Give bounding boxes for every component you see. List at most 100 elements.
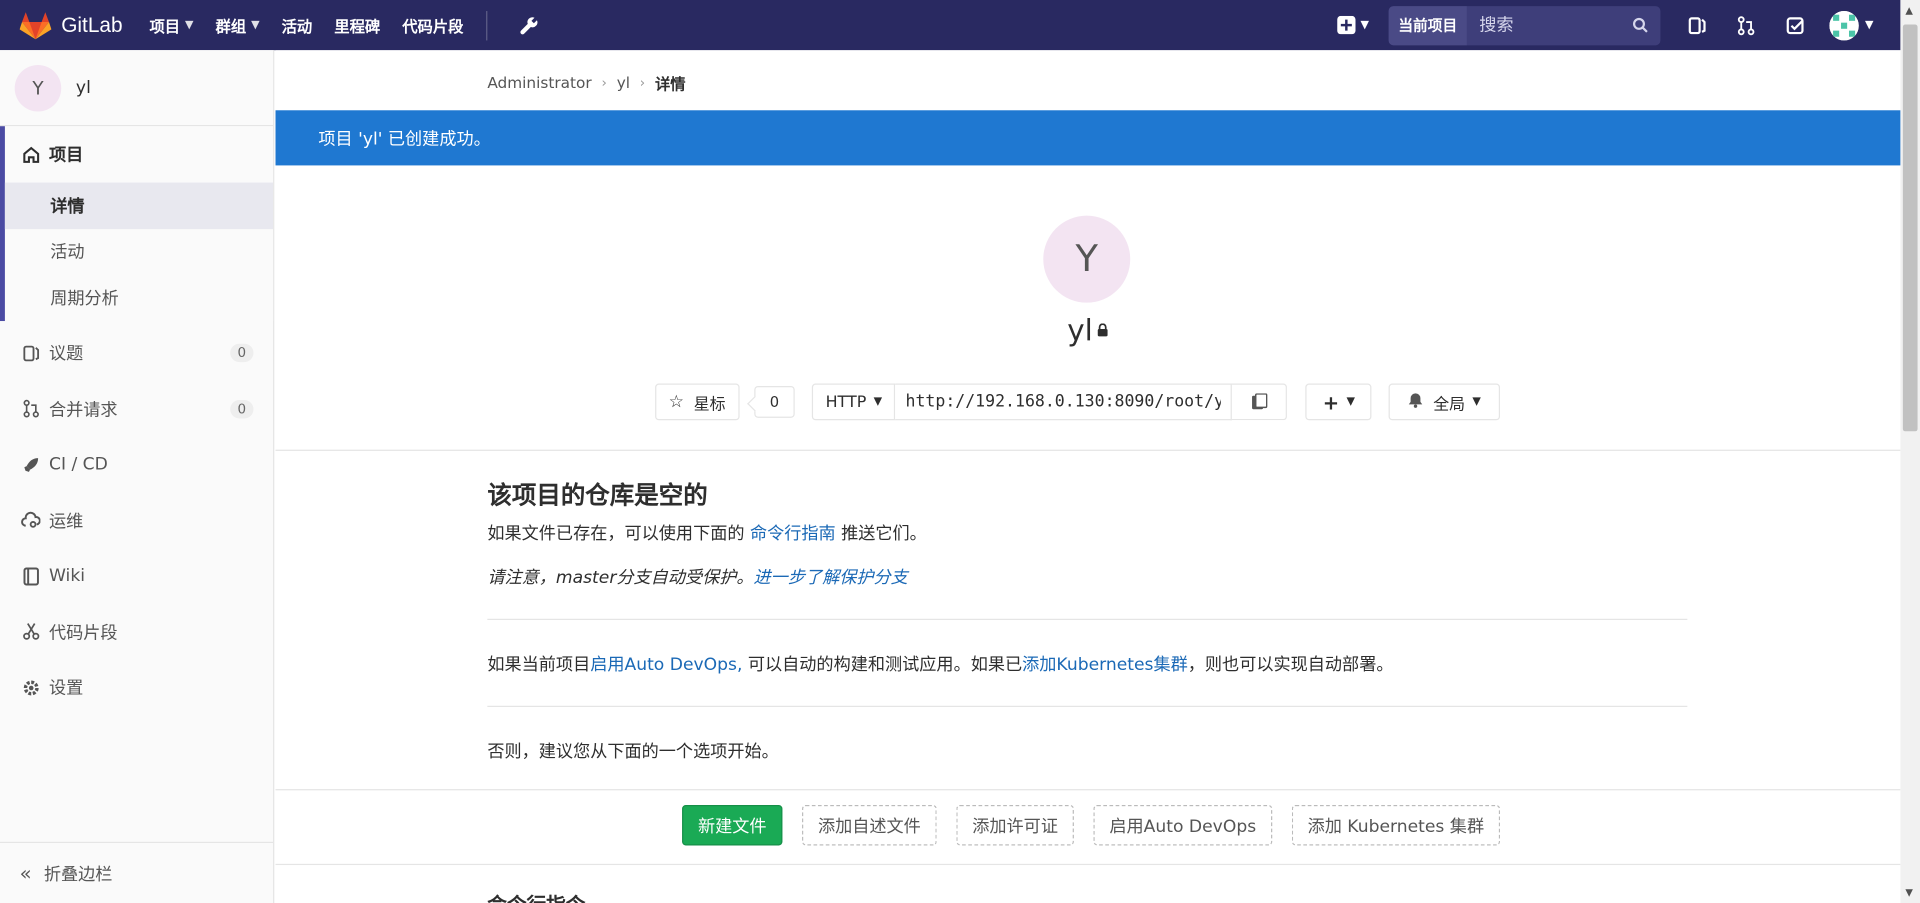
enable-auto-devops-link[interactable]: 启用Auto DevOps, [590,656,742,676]
nav-projects-label: 项目 [149,17,181,36]
todo-check-icon[interactable] [1771,7,1820,44]
sidebar-sub-cycle-analytics[interactable]: 周期分析 [5,274,273,320]
brand-name: GitLab [61,12,123,37]
issues-icon[interactable] [1673,7,1722,44]
rocket-icon [20,456,42,474]
header-divider [275,449,1901,451]
brand[interactable]: GitLab [19,10,123,39]
star-button[interactable]: ☆ 星标 [655,383,740,421]
sidebar-item-label: 项目 [48,145,84,166]
nav-separator [485,10,487,40]
double-chevron-left-icon: « [19,861,32,885]
new-file-button[interactable]: 新建文件 [682,805,783,846]
line3-text-pre: 如果当前项目 [487,655,591,676]
add-readme-button[interactable]: 添加自述文件 [802,805,937,846]
sidebar-item-operations[interactable]: 运维 [0,493,273,549]
sidebar-item-project[interactable]: 项目 [5,126,273,182]
nav-activity-label: 活动 [281,17,313,36]
merge-request-icon[interactable] [1722,7,1771,44]
cli-guide-link[interactable]: 命令行指南 [750,524,836,544]
gitlab-logo-icon [19,11,52,39]
nav-snippets[interactable]: 代码片段 [402,13,463,36]
project-name: yl [1067,313,1093,348]
search-scope-badge[interactable]: 当前项目 [1388,5,1467,45]
plus-icon: + [1322,390,1340,414]
add-kubernetes-cluster-link[interactable]: 添加Kubernetes集群 [1022,656,1188,676]
page-scrollbar[interactable]: ▲ ▼ [1900,0,1920,903]
chevron-down-icon: ▼ [185,18,194,32]
new-dropdown[interactable]: ▼ [1325,7,1381,44]
chevron-down-icon: ▼ [1360,18,1369,32]
nav-groups[interactable]: 群组 ▼ [216,13,260,36]
protected-branches-link[interactable]: 进一步了解保护分支 [754,569,908,589]
sidebar-item-wiki[interactable]: Wiki [0,548,273,604]
plus-square-icon [1337,15,1356,35]
add-dropdown[interactable]: + ▼ [1305,383,1372,421]
sidebar-item-settings[interactable]: 设置 [0,660,273,716]
scroll-up-arrow-icon[interactable]: ▲ [1905,5,1913,16]
breadcrumb-current[interactable]: 详情 [655,71,686,94]
bell-icon [1409,391,1424,412]
chevron-down-icon: ▼ [251,18,260,32]
user-menu[interactable]: ▼ [1820,7,1884,44]
issues-icon [20,344,42,362]
book-icon [20,567,42,586]
star-icon: ☆ [668,392,684,412]
project-title: yl [276,314,1901,348]
sidebar-item-ci-cd[interactable]: CI / CD [0,437,273,493]
chevron-right-icon: › [639,74,646,91]
add-kubernetes-cluster-button[interactable]: 添加 Kubernetes 集群 [1291,805,1501,846]
nav-snippets-label: 代码片段 [402,17,464,36]
sidebar-sub-details[interactable]: 详情 [4,182,274,229]
notification-dropdown[interactable]: 全局 ▼ [1389,383,1501,421]
breadcrumb-item-administrator[interactable]: Administrator [487,74,591,92]
copy-url-button[interactable] [1232,383,1288,421]
line1-text-post: 推送它们。 [835,524,927,545]
chevron-down-icon: ▼ [1346,395,1356,409]
breadcrumb-item-project[interactable]: yl [617,74,630,92]
chevron-down-icon: ▼ [1864,18,1874,32]
collapse-sidebar-button[interactable]: « 折叠边栏 [0,841,274,903]
scroll-down-arrow-icon[interactable]: ▼ [1905,887,1913,898]
sidebar-project-header[interactable]: Y yl [0,50,274,127]
lock-icon [1098,323,1109,340]
notification-label: 全局 [1433,395,1466,414]
clone-url-field[interactable] [895,383,1233,421]
sidebar-sub-activity[interactable]: 活动 [5,229,273,275]
flash-notice: 项目 'yl' 已创建成功。 [275,110,1901,166]
section-divider [487,618,1688,621]
search-icon [1632,17,1648,33]
empty-repo-line2: 请注意，master分支自动受保护。进一步了解保护分支 [487,565,907,590]
sidebar-item-label: 议题 [48,344,84,365]
sidebar-item-snippets[interactable]: 代码片段 [0,604,273,660]
star-count[interactable]: 0 [753,385,795,418]
sidebar-item-label: 合并请求 [48,400,118,420]
scrollbar-thumb[interactable] [1902,24,1918,432]
buttons-top-divider [275,789,1901,791]
main-content: Administrator › yl › 详情 项目 'yl' 已创建成功。 Y… [275,50,1901,903]
flash-message: 项目 'yl' 已创建成功。 [318,129,491,149]
sidebar-item-label: 代码片段 [48,623,118,643]
sidebar-item-label: CI / CD [48,454,108,475]
sidebar-item-label: Wiki [48,566,86,586]
empty-repo-line3: 如果当前项目启用Auto DevOps, 可以自动的构建和测试应用。如果已添加K… [487,652,1393,677]
line1-text-pre: 如果文件已存在，可以使用下面的 [487,524,750,545]
merge-request-icon [20,400,42,418]
nav-activity[interactable]: 活动 [282,13,313,36]
line3-text-mid: 可以自动的构建和测试应用。如果已 [742,655,1023,676]
sidebar-project-name: yl [75,77,91,98]
cloud-gear-icon [20,511,42,529]
admin-wrench-icon[interactable] [504,7,553,44]
clone-protocol-dropdown[interactable]: HTTP ▼ [812,383,896,421]
nav-projects[interactable]: 项目 ▼ [150,13,194,36]
breadcrumb: Administrator › yl › 详情 [487,71,685,94]
nav-milestones[interactable]: 里程碑 [334,13,380,36]
sidebar-item-merge-requests[interactable]: 合并请求 0 [0,381,273,437]
empty-repo-line4: 否则，建议您从下面的一个选项开始。 [487,742,779,763]
home-icon [20,145,42,163]
add-license-button[interactable]: 添加许可证 [956,805,1074,846]
command-line-heading: 命令行指令 [487,888,585,903]
enable-auto-devops-button[interactable]: 启用Auto DevOps [1093,805,1273,846]
collapse-sidebar-label: 折叠边栏 [43,864,113,885]
sidebar-item-issues[interactable]: 议题 0 [0,325,273,381]
